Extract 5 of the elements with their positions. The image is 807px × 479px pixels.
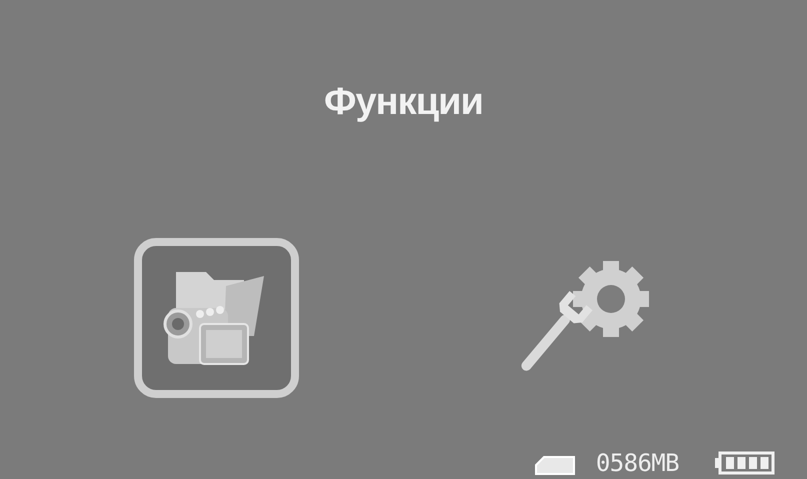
memory-card-icon — [534, 455, 576, 475]
battery-icon — [715, 451, 775, 475]
screen-title: Функции — [324, 80, 483, 125]
storage-capacity: 0586MB — [596, 451, 679, 475]
menu-item[interactable] — [134, 238, 298, 398]
